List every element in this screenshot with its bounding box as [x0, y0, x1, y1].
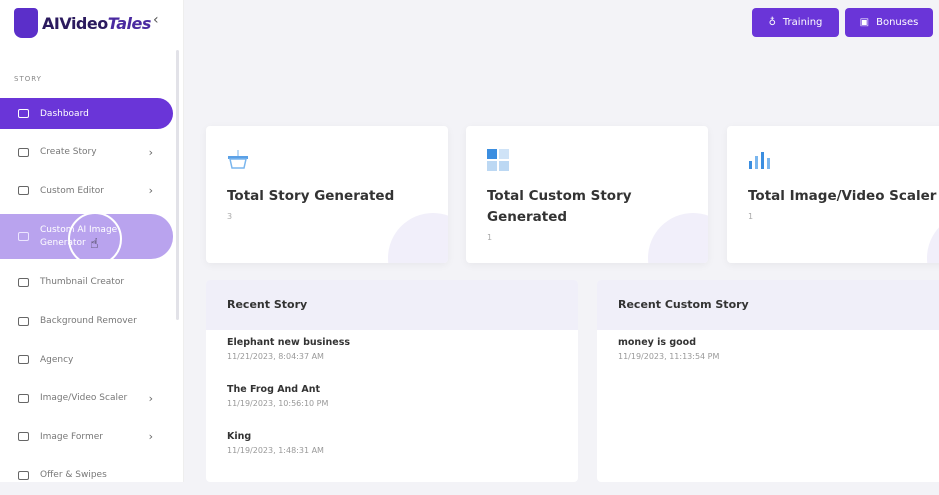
story-name: The Frog And Ant	[227, 384, 321, 395]
decor-circle	[388, 213, 448, 263]
sidebar-item-create-story[interactable]: Create Story ›	[0, 133, 173, 172]
sidebar-item-image-video-scaler[interactable]: Image/Video Scaler ›	[0, 379, 173, 418]
collapse-sidebar-chevron-icon[interactable]: ‹	[153, 12, 159, 28]
logo-text-ai: AI	[42, 13, 60, 33]
menu-icon	[18, 355, 29, 365]
list-item[interactable]: King 11/19/2023, 1:48:31 AM	[206, 424, 578, 471]
chevron-right-icon: ›	[148, 184, 153, 198]
menu-icon	[18, 109, 29, 118]
sidebar-item-label: Image/Video Scaler	[40, 393, 128, 404]
chevron-right-icon: ›	[148, 145, 153, 159]
grid-icon	[487, 149, 509, 171]
sidebar-item-label: Dashboard	[40, 108, 89, 119]
decor-circle	[927, 213, 939, 263]
list-item[interactable]: Elephant new business 11/21/2023, 8:04:37…	[206, 330, 578, 377]
bar-chart-icon	[749, 152, 770, 169]
sidebar-nav: Dashboard Create Story › Custom Editor › Cust…	[0, 98, 173, 495]
chevron-right-icon: ›	[148, 430, 153, 444]
story-name: Elephant new business	[227, 337, 351, 348]
sidebar: AIVideoTales ‹ STORY Dashboard Create Sto…	[0, 0, 184, 482]
bonuses-button[interactable]: ▣ Bonuses	[845, 8, 933, 37]
story-date: 11/21/2023, 8:04:37 AM	[227, 352, 324, 361]
menu-icon	[18, 393, 29, 403]
story-date: 11/19/2023, 10:56:10 PM	[227, 399, 329, 408]
sidebar-item-label: Offer & Swipes	[40, 470, 107, 481]
stat-title: Total Custom Story Generated	[487, 188, 632, 225]
sidebar-item-custom-editor[interactable]: Custom Editor ›	[0, 172, 173, 211]
chevron-right-icon: ›	[148, 391, 153, 405]
training-button[interactable]: ♁ Training	[752, 8, 839, 37]
sidebar-item-label: Image Former	[40, 431, 103, 442]
stat-title: Total Image/Video Scaler	[748, 188, 937, 204]
sidebar-item-label: Agency	[40, 354, 74, 365]
bonuses-label: Bonuses	[876, 17, 919, 28]
logo-text-video: Video	[59, 13, 108, 33]
sidebar-item-label: Create Story	[40, 147, 97, 158]
menu-icon	[18, 470, 29, 480]
logo-text-tales: Tales	[107, 13, 152, 33]
stat-card-total-scaler: Total Image/Video Scaler 1	[727, 126, 939, 263]
stat-value: 3	[227, 212, 233, 221]
list-item[interactable]: The Frog And Ant 11/19/2023, 10:56:10 PM	[206, 377, 578, 424]
sidebar-item-label: Thumbnail Creator	[40, 277, 125, 288]
stat-card-total-story: Total Story Generated 3	[206, 126, 448, 263]
sidebar-scrollbar[interactable]	[176, 50, 179, 320]
recent-story-panel: Recent Story Elephant new business 11/21/…	[206, 280, 578, 482]
panel-title: Recent Story	[206, 280, 578, 330]
sidebar-item-offer-swipes[interactable]: Offer & Swipes	[0, 456, 173, 495]
menu-icon	[18, 186, 29, 196]
sidebar-item-label: Custom Editor	[40, 185, 104, 196]
basket-icon	[228, 150, 248, 169]
sidebar-item-agency[interactable]: Agency	[0, 340, 173, 379]
stat-value: 1	[748, 212, 754, 221]
hand-cursor-icon: ☝	[90, 236, 99, 252]
menu-icon	[18, 277, 29, 287]
story-date: 11/19/2023, 1:48:31 AM	[227, 446, 324, 455]
menu-icon	[18, 432, 29, 442]
menu-icon	[18, 316, 29, 326]
sidebar-item-image-former[interactable]: Image Former ›	[0, 418, 173, 457]
sidebar-item-dashboard[interactable]: Dashboard	[0, 98, 173, 129]
section-label: STORY	[14, 75, 42, 83]
logo[interactable]: AIVideoTales	[14, 8, 151, 38]
stat-value: 1	[487, 233, 493, 242]
story-name: money is good	[618, 337, 697, 348]
stat-card-total-custom-story: Total Custom Story Generated 1	[466, 126, 708, 263]
list-item[interactable]: money is good 11/19/2023, 11:13:54 PM	[597, 330, 939, 377]
stat-title: Total Story Generated	[227, 188, 395, 204]
logo-icon	[14, 8, 38, 38]
menu-icon	[18, 232, 29, 242]
gift-icon: ▣	[859, 17, 870, 28]
training-label: Training	[782, 17, 823, 28]
menu-icon	[18, 147, 29, 157]
sidebar-item-label: Background Remover	[40, 316, 137, 327]
story-date: 11/19/2023, 11:13:54 PM	[618, 352, 720, 361]
story-name: King	[227, 431, 252, 442]
sidebar-item-background-remover[interactable]: Background Remover	[0, 302, 173, 341]
award-icon: ♁	[768, 17, 776, 28]
recent-custom-story-panel: Recent Custom Story money is good 11/19/2…	[597, 280, 939, 482]
panel-title: Recent Custom Story	[597, 280, 939, 330]
sidebar-item-thumbnail-creator[interactable]: Thumbnail Creator	[0, 263, 173, 302]
